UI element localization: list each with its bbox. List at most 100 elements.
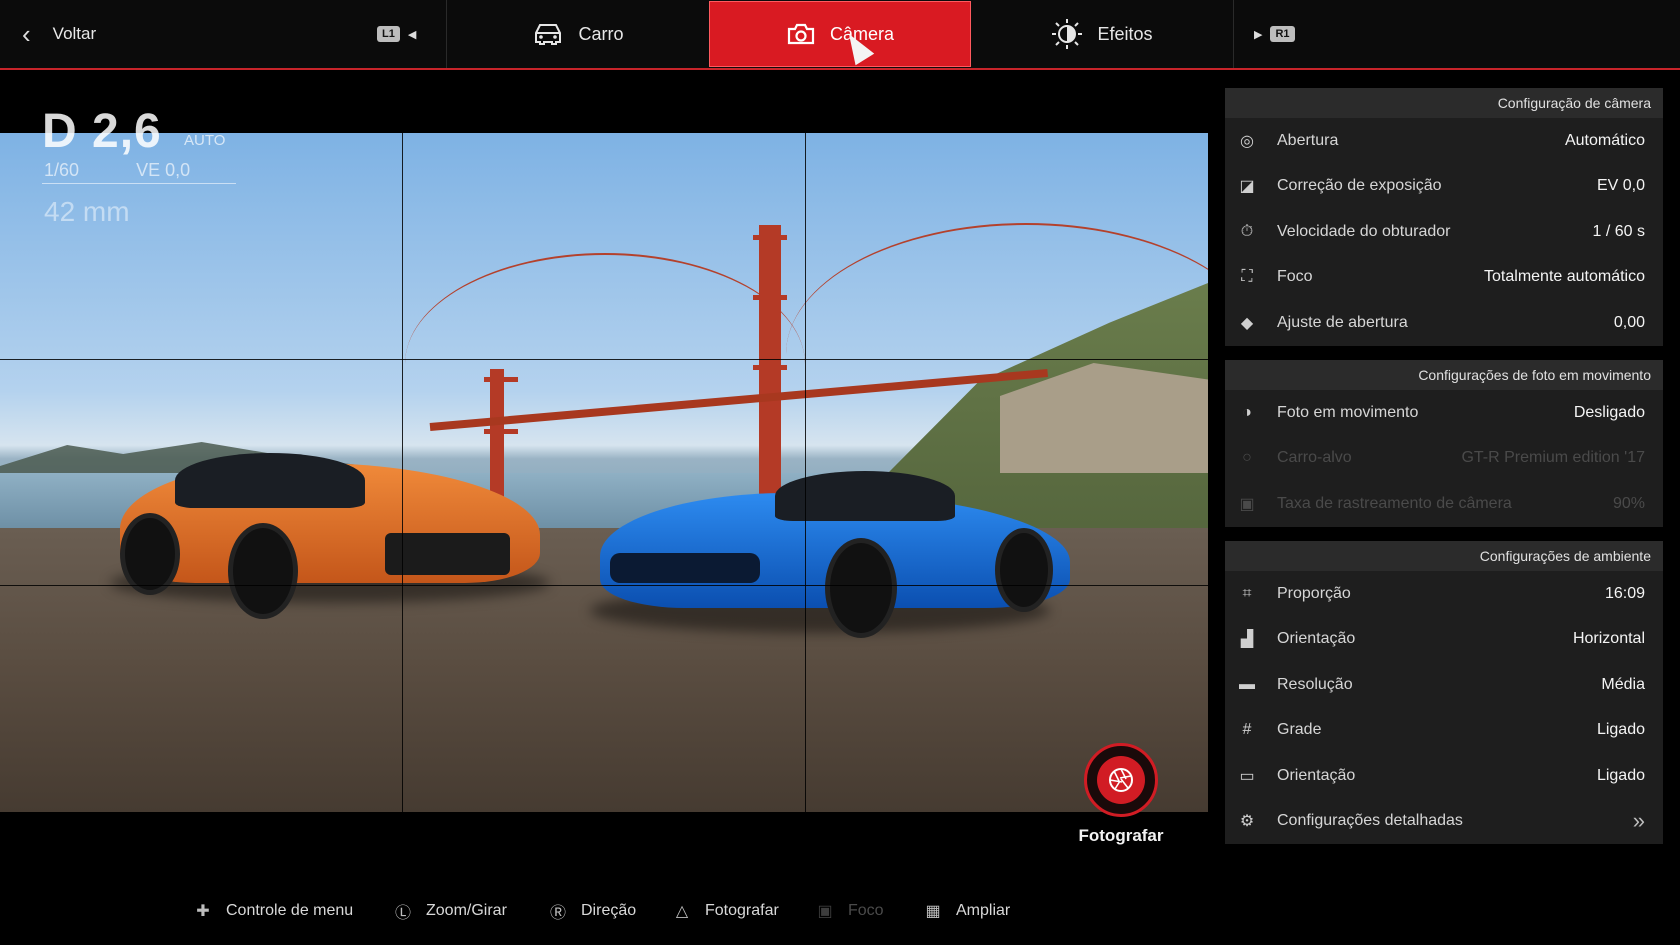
help-foco: ▣ Foco — [812, 896, 884, 926]
panel-header: Configurações de foto em movimento — [1225, 360, 1663, 390]
tab-camera[interactable]: Câmera — [709, 1, 971, 67]
orientation-icon: ▟ — [1240, 631, 1254, 649]
grid-line — [805, 133, 806, 812]
help-label: Foco — [848, 902, 884, 919]
setting-label: Foco — [1277, 268, 1313, 286]
setting-label: Velocidade do obturador — [1277, 222, 1451, 240]
aperture-mode: AUTO — [184, 132, 226, 149]
help-label: Zoom/Girar — [426, 902, 507, 919]
panel-header: Configuração de câmera — [1225, 88, 1663, 118]
shutter-button[interactable] — [1084, 743, 1158, 817]
setting-label: Orientação — [1277, 766, 1356, 784]
right-stick-icon: Ⓡ — [549, 905, 566, 922]
toggle-icon: ◑ — [1242, 403, 1252, 421]
chevron-double-right-icon: » — [1632, 808, 1645, 834]
setting-foco[interactable]: ⛶ Foco Totalmente automático — [1225, 255, 1663, 301]
timer-icon: ⏱ — [1240, 222, 1254, 240]
setting-value: GT-R Premium edition '17 — [1461, 449, 1645, 467]
setting-label: Carro-alvo — [1277, 449, 1352, 467]
help-ampliar: ▦ Ampliar — [920, 896, 1010, 926]
tab-carro[interactable]: Carro — [447, 0, 709, 68]
exposure-row: 1/60 VE 0,0 — [44, 160, 242, 181]
camera-settings-panel: Configuração de câmera ◎ Abertura Automá… — [1225, 88, 1663, 346]
tab-divider — [1233, 0, 1234, 68]
setting-label: Orientação — [1277, 630, 1356, 648]
setting-proporcao[interactable]: ⌗ Proporção 16:09 — [1225, 571, 1663, 617]
setting-configuracoes-detalhadas[interactable]: ⚙ Configurações detalhadas » — [1225, 799, 1663, 845]
exposure-readout: VE 0,0 — [136, 160, 191, 180]
resolution-icon: ▬ — [1239, 675, 1255, 693]
grid-icon: # — [1242, 721, 1252, 739]
car-icon — [535, 24, 562, 45]
setting-value: 90% — [1612, 494, 1645, 512]
exposure-hud: D 2,6 AUTO 1/60 VE 0,0 42 mm — [42, 104, 236, 227]
brightness-icon — [1052, 19, 1083, 49]
chevron-left-icon: ‹ — [22, 19, 31, 49]
hud-divider — [42, 183, 236, 184]
r1-button-icon: R1 — [1270, 26, 1295, 42]
shutter-readout: 1/60 — [44, 160, 80, 180]
help-label: Ampliar — [956, 902, 1011, 919]
l1-button-icon: L1 — [377, 26, 400, 42]
setting-label: Proporção — [1277, 584, 1351, 602]
setting-abertura[interactable]: ◎ Abertura Automático — [1225, 118, 1663, 164]
touchpad-icon: ▦ — [925, 903, 941, 920]
camera-icon — [787, 23, 815, 45]
grid-line — [0, 359, 1208, 360]
back-label: Voltar — [52, 24, 97, 43]
setting-orientacao-guia[interactable]: ▭ Orientação Ligado — [1225, 753, 1663, 799]
prev-tab-hint[interactable]: L1 ◀ — [377, 26, 416, 42]
setting-label: Resolução — [1277, 675, 1353, 693]
setting-carro-alvo: ○ Carro-alvo GT-R Premium edition '17 — [1225, 436, 1663, 482]
focus-icon: ⛶ — [1241, 268, 1253, 286]
help-label: Fotografar — [705, 902, 779, 919]
setting-taxa-rastreamento: ▣ Taxa de rastreamento de câmera 90% — [1225, 481, 1663, 527]
setting-label: Grade — [1277, 721, 1322, 739]
setting-label: Taxa de rastreamento de câmera — [1277, 494, 1512, 512]
target-icon: ○ — [1242, 449, 1252, 467]
setting-velocidade-obturador[interactable]: ⏱ Velocidade do obturador 1 / 60 s — [1225, 209, 1663, 255]
help-label: Controle de menu — [226, 902, 354, 919]
triangle-right-icon: ▶ — [1254, 28, 1263, 41]
setting-value: 0,00 — [1613, 313, 1645, 331]
camera-viewfinder[interactable] — [0, 133, 1208, 812]
setting-grade[interactable]: # Grade Ligado — [1225, 708, 1663, 754]
setting-label: Foto em movimento — [1277, 403, 1419, 421]
setting-value: Automático — [1564, 131, 1645, 149]
panel-header: Configurações de ambiente — [1225, 541, 1663, 571]
setting-ajuste-abertura[interactable]: ◆ Ajuste de abertura 0,00 — [1225, 300, 1663, 346]
setting-label: Configurações detalhadas — [1277, 812, 1463, 830]
setting-orientacao[interactable]: ▟ Orientação Horizontal — [1225, 617, 1663, 663]
help-menu-control: ✚ Controle de menu — [190, 896, 353, 926]
gear-icon: ⚙ — [1239, 813, 1255, 831]
left-stick-icon: Ⓛ — [394, 905, 411, 922]
setting-correcao-exposicao[interactable]: ◪ Correção de exposição EV 0,0 — [1225, 164, 1663, 210]
setting-value: EV 0,0 — [1596, 177, 1645, 195]
help-direction: Ⓡ Direção — [545, 896, 636, 926]
tracking-icon: ▣ — [1239, 495, 1255, 513]
grid-line — [0, 585, 1208, 586]
setting-value: 16:09 — [1604, 584, 1645, 602]
setting-value: Desligado — [1573, 403, 1645, 421]
next-tab-hint[interactable]: ▶ R1 — [1254, 26, 1295, 42]
setting-foto-em-movimento[interactable]: ◑ Foto em movimento Desligado — [1225, 390, 1663, 436]
setting-resolucao[interactable]: ▬ Resolução Média — [1225, 662, 1663, 708]
tab-efeitos[interactable]: Efeitos — [971, 0, 1233, 68]
aperture-icon: ◎ — [1240, 132, 1254, 150]
focal-length-readout: 42 mm — [44, 196, 130, 227]
help-zoom: Ⓛ Zoom/Girar — [390, 896, 507, 926]
setting-label: Correção de exposição — [1277, 177, 1442, 195]
tab-label: Carro — [578, 23, 624, 44]
setting-value: 1 / 60 s — [1592, 222, 1645, 240]
dpad-icon: ✚ — [196, 903, 210, 920]
setting-label: Abertura — [1277, 131, 1339, 149]
shutter-label: Fotografar — [1078, 826, 1164, 845]
square-button-icon: ▣ — [817, 903, 833, 920]
triangle-left-icon: ◀ — [407, 28, 417, 41]
setting-value: Horizontal — [1572, 630, 1645, 648]
back-button[interactable]: ‹ Voltar — [22, 0, 96, 68]
help-label: Direção — [581, 902, 637, 919]
triangle-button-icon: △ — [675, 903, 689, 920]
setting-value: Média — [1601, 675, 1645, 693]
aperture-readout: D 2,6 — [42, 104, 162, 159]
